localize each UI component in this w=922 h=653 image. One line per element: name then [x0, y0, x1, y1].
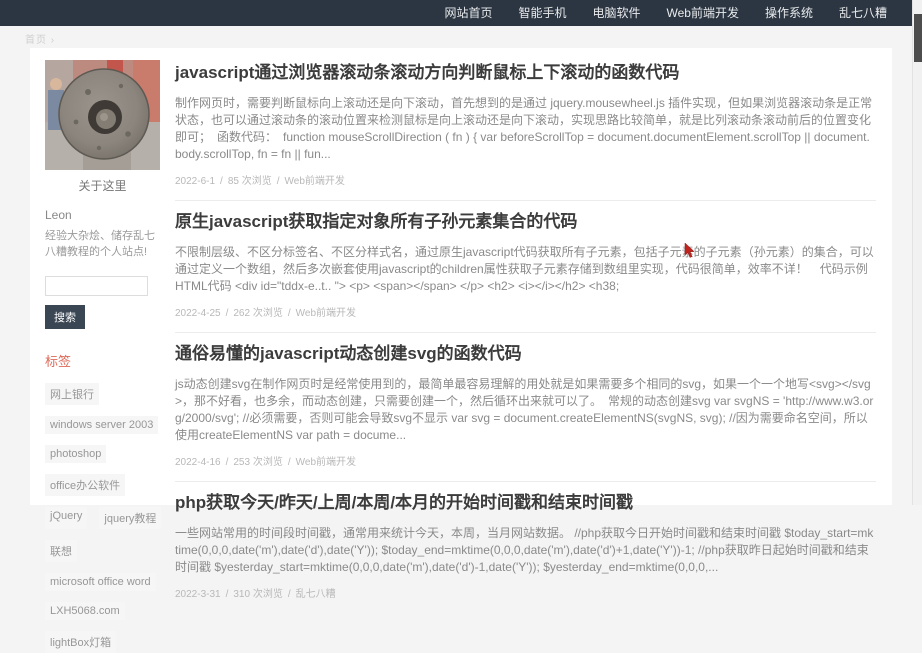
tag-office[interactable]: office办公软件 [45, 474, 125, 496]
tag-lightbox[interactable]: lightBox灯箱 [45, 631, 116, 653]
article-meta: 2022-3-31/310 次浏览/乱七八糟 [175, 585, 876, 600]
article-meta: 2022-4-25/262 次浏览/Web前端开发 [175, 304, 876, 319]
article-date: 2022-4-25 [175, 308, 221, 319]
search-input[interactable] [45, 276, 148, 296]
meta-separator: / [283, 589, 296, 600]
nav-item-web-frontend[interactable]: Web前端开发 [654, 0, 752, 26]
article-title[interactable]: 原生javascript获取指定对象所有子孙元素集合的代码 [175, 211, 876, 233]
tag-lxh5068[interactable]: LXH5068.com [45, 602, 125, 620]
about-photo [45, 60, 160, 170]
article-meta: 2022-4-16/253 次浏览/Web前端开发 [175, 453, 876, 468]
tag-list: 网上银行 windows server 2003 photoshop offic… [45, 383, 179, 653]
article-date: 2022-4-16 [175, 457, 221, 468]
article-item: 通俗易懂的javascript动态创建svg的函数代码 js动态创建svg在制作… [175, 333, 876, 482]
breadcrumb: 首页 › [25, 31, 55, 46]
article-date: 2022-6-1 [175, 176, 215, 187]
tag-windows-server-2003[interactable]: windows server 2003 [45, 416, 158, 434]
tag-photoshop[interactable]: photoshop [45, 445, 106, 463]
mouse-cursor-icon [684, 243, 695, 259]
nav-item-os[interactable]: 操作系统 [752, 0, 826, 26]
article-item: javascript通过浏览器滚动条滚动方向判断鼠标上下滚动的函数代码 制作网页… [175, 52, 876, 201]
scrollbar-thumb[interactable] [914, 14, 922, 62]
article-list: javascript通过浏览器滚动条滚动方向判断鼠标上下滚动的函数代码 制作网页… [175, 52, 876, 613]
article-category[interactable]: Web前端开发 [285, 176, 345, 187]
article-views: 85 次浏览 [228, 176, 272, 187]
article-item: php获取今天/昨天/上周/本周/本月的开始时间戳和结束时间戳 一些网站常用的时… [175, 482, 876, 613]
meta-separator: / [221, 308, 234, 319]
article-views: 253 次浏览 [233, 457, 282, 468]
article-excerpt: 一些网站常用的时间段时间戳，通常用来统计今天，本周，当月网站数据。 //php获… [175, 525, 876, 576]
tag-lenovo[interactable]: 联想 [45, 540, 77, 562]
article-title[interactable]: php获取今天/昨天/上周/本周/本月的开始时间戳和结束时间戳 [175, 492, 876, 514]
meta-separator: / [215, 176, 228, 187]
meta-separator: / [283, 308, 296, 319]
tags-heading: 标签 [45, 351, 179, 370]
article-meta: 2022-6-1/85 次浏览/Web前端开发 [175, 172, 876, 187]
article-title[interactable]: javascript通过浏览器滚动条滚动方向判断鼠标上下滚动的函数代码 [175, 62, 876, 84]
article-excerpt: 不限制层级、不区分标签名、不区分样式名，通过原生javascript代码获取所有… [175, 244, 876, 295]
meta-separator: / [221, 457, 234, 468]
content-card: 关于这里 Leon 经验大杂烩、储存乱七八糟教程的个人站点! 搜索 标签 网上银… [30, 48, 892, 505]
article-views: 310 次浏览 [233, 589, 282, 600]
meta-separator: / [221, 589, 234, 600]
author-name: Leon [45, 208, 179, 222]
meta-separator: / [283, 457, 296, 468]
article-excerpt: js动态创建svg在制作网页时是经常使用到的，最简单最容易理解的用处就是如果需要… [175, 376, 876, 444]
breadcrumb-separator: › [51, 35, 55, 46]
about-caption: 关于这里 [45, 177, 160, 194]
nav-item-misc[interactable]: 乱七八糟 [826, 0, 900, 26]
article-date: 2022-3-31 [175, 589, 221, 600]
tag-microsoft-office-word[interactable]: microsoft office word [45, 573, 156, 591]
article-views: 262 次浏览 [233, 308, 282, 319]
article-excerpt: 制作网页时，需要判断鼠标向上滚动还是向下滚动，首先想到的是通过 jquery.m… [175, 95, 876, 163]
article-item: 原生javascript获取指定对象所有子孙元素集合的代码 不限制层级、不区分标… [175, 201, 876, 333]
article-title[interactable]: 通俗易懂的javascript动态创建svg的函数代码 [175, 343, 876, 365]
author-bio: 经验大杂烩、储存乱七八糟教程的个人站点! [45, 228, 163, 260]
tag-jquery[interactable]: jQuery [45, 507, 87, 529]
nav-item-software[interactable]: 电脑软件 [579, 0, 653, 26]
top-navbar: 网站首页 智能手机 电脑软件 Web前端开发 操作系统 乱七八糟 [0, 0, 912, 26]
meta-separator: / [272, 176, 285, 187]
tag-online-banking[interactable]: 网上银行 [45, 383, 99, 405]
article-category[interactable]: Web前端开发 [296, 457, 356, 468]
article-category[interactable]: 乱七八糟 [296, 589, 336, 600]
tag-jquery-tutorial[interactable]: jquery教程 [99, 507, 161, 529]
nav-item-home[interactable]: 网站首页 [431, 0, 505, 26]
sidebar: 关于这里 Leon 经验大杂烩、储存乱七八糟教程的个人站点! 搜索 标签 网上银… [45, 60, 179, 653]
breadcrumb-home-link[interactable]: 首页 [25, 35, 47, 46]
nav-item-smartphone[interactable]: 智能手机 [505, 0, 579, 26]
search-button[interactable]: 搜索 [45, 305, 85, 329]
scrollbar-track[interactable] [912, 0, 922, 505]
article-category[interactable]: Web前端开发 [296, 308, 356, 319]
